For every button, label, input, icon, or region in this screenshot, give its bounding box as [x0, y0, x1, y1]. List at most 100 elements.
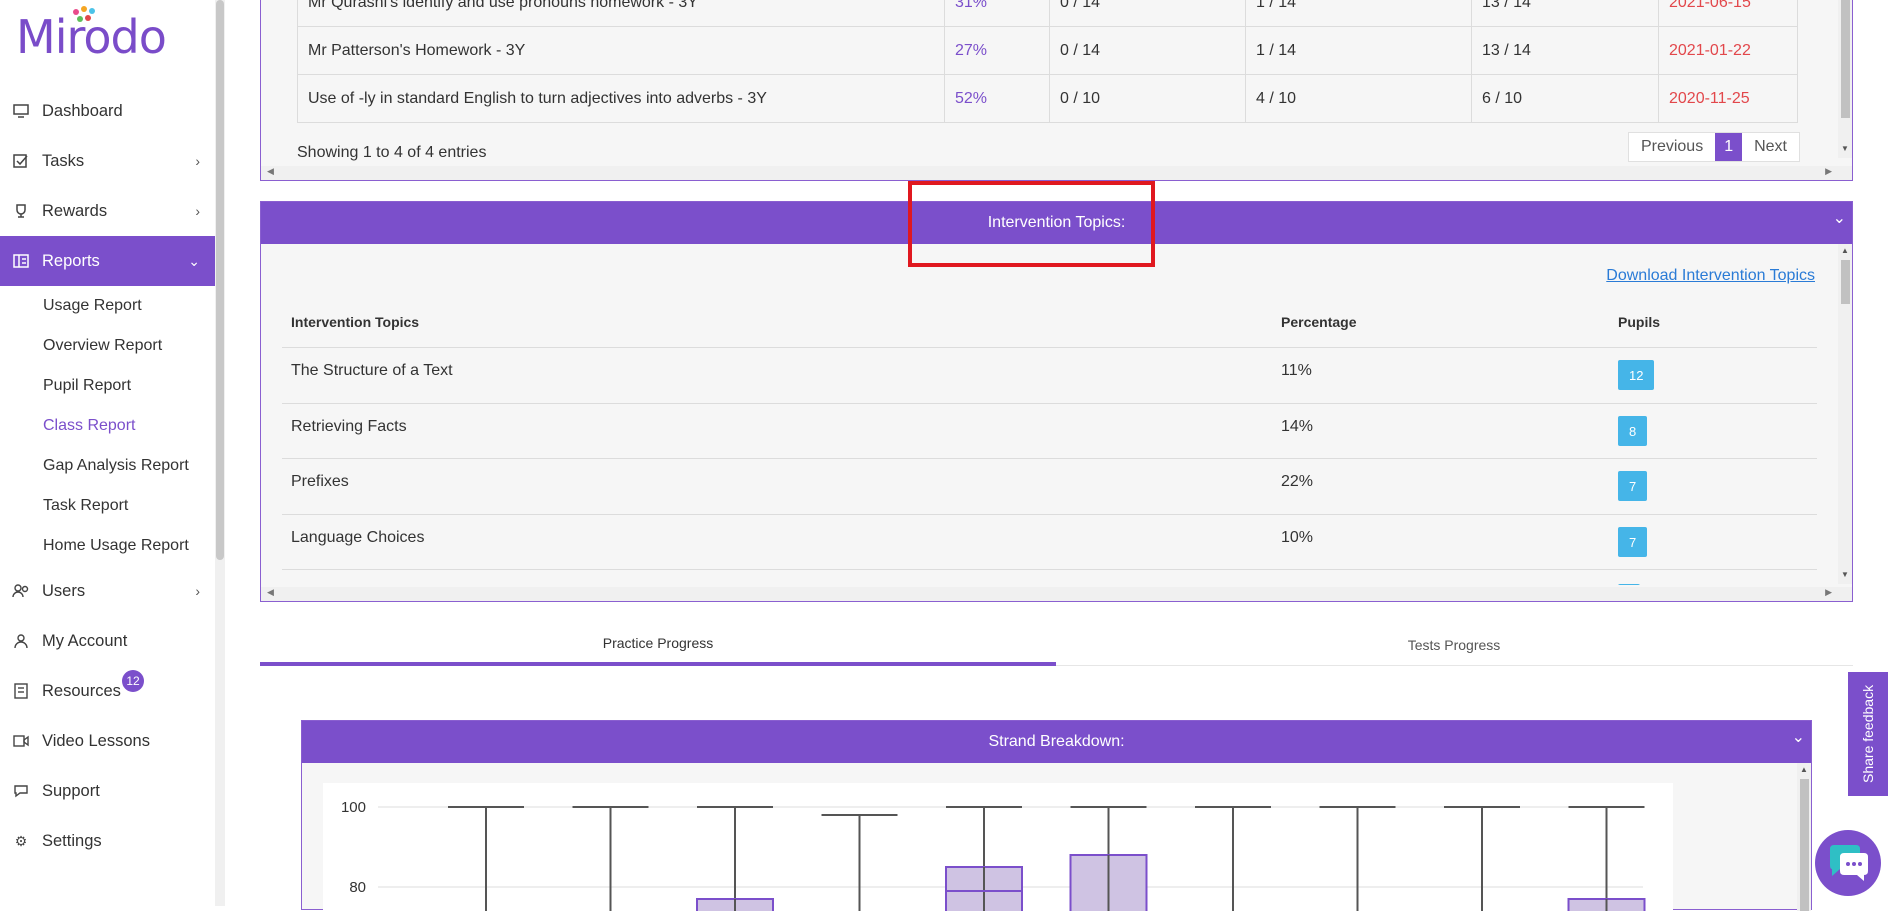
sidebar-item-rewards[interactable]: Rewards › [0, 186, 225, 236]
homework-name: Mr Qurashi's identify and use pronouns h… [297, 0, 945, 27]
sidebar-item-video-lessons[interactable]: Video Lessons [0, 716, 225, 766]
homework-table-panel: Mr Qurashi's identify and use pronouns h… [260, 0, 1853, 181]
monitor-icon [12, 102, 30, 120]
table-row: Mr Qurashi's identify and use pronouns h… [297, 0, 1798, 27]
download-intervention-topics-link[interactable]: Download Intervention Topics [1606, 267, 1815, 285]
y-tick-label: 80 [349, 879, 366, 896]
sidebar-item-dashboard[interactable]: Dashboard [0, 86, 225, 136]
homework-col-1: 0 / 14 [1049, 0, 1246, 27]
column-header-percentage: Percentage [1281, 314, 1357, 330]
topic-name: Prefixes [291, 473, 349, 490]
strand-breakdown-chart: 100 80 [323, 783, 1673, 916]
chevron-right-icon: › [195, 583, 200, 599]
homework-col-3: 6 / 10 [1471, 74, 1659, 123]
scroll-down-arrow-icon[interactable]: ▼ [1841, 144, 1849, 153]
mirodo-logo[interactable]: Mirodo [16, 6, 167, 64]
video-icon [12, 732, 30, 750]
scroll-left-arrow-icon[interactable]: ◀ [267, 587, 274, 598]
sidebar-item-reports[interactable]: Reports ⌄ [0, 236, 225, 286]
column-header-pupils: Pupils [1618, 314, 1661, 330]
topic-percentage: 22% [1281, 473, 1314, 490]
homework-name: Mr Patterson's Homework - 3Y [297, 26, 945, 75]
topic-percentage: 10% [1281, 529, 1314, 546]
pupils-count-button-partial[interactable] [1618, 584, 1640, 585]
chat-widget-button[interactable] [1815, 830, 1881, 896]
sidebar-subitem-overview-report[interactable]: Overview Report [0, 326, 225, 366]
sidebar-item-tasks[interactable]: Tasks › [0, 136, 225, 186]
homework-col-2: 1 / 14 [1245, 26, 1472, 75]
sidebar-scrollbar[interactable] [215, 0, 225, 906]
pupils-count-button[interactable]: 12 [1618, 360, 1655, 390]
homework-horizontal-scrollbar[interactable]: ◀ ▶ [261, 166, 1852, 180]
strand-breakdown-title: Strand Breakdown: [988, 733, 1125, 750]
sidebar-item-label: Reports [42, 251, 100, 270]
table-row: Language Choices 10% 7 [282, 514, 1817, 570]
strand-vertical-scrollbar[interactable]: ▲ [1797, 763, 1811, 911]
homework-col-2: 4 / 10 [1245, 74, 1472, 123]
sidebar-item-resources[interactable]: Resources 12 [0, 666, 225, 716]
tab-practice-progress[interactable]: Practice Progress [260, 624, 1056, 666]
topic-name: Retrieving Facts [291, 418, 407, 435]
next-page-button[interactable]: Next [1742, 133, 1799, 161]
sidebar-item-label: Support [42, 781, 100, 800]
scroll-up-arrow-icon[interactable]: ▲ [1800, 765, 1808, 774]
sidebar-subitem-gap-analysis-report[interactable]: Gap Analysis Report [0, 446, 225, 486]
sidebar-subitem-class-report[interactable]: Class Report [0, 406, 225, 446]
resources-icon [12, 682, 30, 700]
sidebar-item-label: Rewards [42, 201, 108, 220]
y-tick-label: 100 [341, 799, 366, 816]
chevron-down-icon[interactable]: ⌄ [1792, 727, 1805, 747]
resources-count-badge: 12 [122, 670, 144, 692]
sidebar-item-settings[interactable]: ⚙ Settings [0, 816, 225, 866]
pupils-count-button[interactable]: 7 [1618, 527, 1648, 557]
column-header-intervention-topics: Intervention Topics [291, 314, 420, 330]
scroll-up-arrow-icon[interactable]: ▲ [1841, 246, 1849, 255]
intervention-horizontal-scrollbar[interactable]: ◀ ▶ [261, 587, 1852, 601]
chat-icon [1830, 845, 1868, 881]
scroll-down-arrow-icon[interactable]: ▼ [1841, 570, 1849, 579]
homework-vertical-scrollbar[interactable]: ▼ [1838, 0, 1852, 158]
table-row: Mr Patterson's Homework - 3Y 27% 0 / 14 … [297, 26, 1798, 75]
intervention-vertical-scrollbar[interactable]: ▲ ▼ [1838, 244, 1852, 584]
scroll-left-arrow-icon[interactable]: ◀ [267, 166, 274, 177]
logo-dots-icon [73, 6, 95, 22]
sidebar-item-users[interactable]: Users › [0, 566, 225, 616]
homework-col-3: 13 / 14 [1471, 26, 1659, 75]
homework-date: 2021-06-15 [1658, 0, 1798, 27]
scroll-right-arrow-icon[interactable]: ▶ [1825, 166, 1832, 177]
strand-chart-svg: 100 80 [341, 799, 1646, 916]
sidebar-subitem-home-usage-report[interactable]: Home Usage Report [0, 526, 225, 566]
table-row: The Structure of a Text 11% 12 [282, 347, 1817, 403]
share-feedback-button[interactable]: Share feedback [1848, 672, 1888, 796]
topic-name: The Structure of a Text [291, 362, 453, 379]
chevron-down-icon[interactable]: ⌄ [1833, 208, 1846, 228]
table-row: Retrieving Facts 14% 8 [282, 403, 1817, 459]
sidebar-item-my-account[interactable]: My Account [0, 616, 225, 666]
sidebar: Mirodo Dashboard Tasks › Rewards › Repor… [0, 0, 225, 906]
pupils-count-button[interactable]: 7 [1618, 471, 1648, 501]
homework-percentage: 52% [944, 74, 1050, 123]
table-row: Prefixes 22% 7 [282, 458, 1817, 514]
page-1-button[interactable]: 1 [1715, 133, 1743, 161]
homework-col-2: 1 / 14 [1245, 0, 1472, 27]
chevron-right-icon: › [195, 203, 200, 219]
sidebar-item-label: Settings [42, 831, 102, 850]
tab-tests-progress[interactable]: Tests Progress [1056, 624, 1852, 666]
topic-percentage: 11% [1281, 362, 1312, 379]
sidebar-item-support[interactable]: Support [0, 766, 225, 816]
account-icon [12, 632, 30, 650]
homework-percentage: 27% [944, 26, 1050, 75]
homework-col-3: 13 / 14 [1471, 0, 1659, 27]
pupils-count-button[interactable]: 8 [1618, 416, 1648, 446]
homework-date: 2020-11-25 [1658, 74, 1798, 123]
previous-page-button[interactable]: Previous [1629, 133, 1715, 161]
scroll-right-arrow-icon[interactable]: ▶ [1825, 587, 1832, 598]
pagination: Previous 1 Next [1627, 132, 1800, 162]
sidebar-subitem-pupil-report[interactable]: Pupil Report [0, 366, 225, 406]
support-icon [12, 782, 30, 800]
homework-table: Mr Qurashi's identify and use pronouns h… [297, 0, 1798, 123]
sidebar-subitem-usage-report[interactable]: Usage Report [0, 286, 225, 326]
sidebar-subitem-task-report[interactable]: Task Report [0, 486, 225, 526]
strand-breakdown-header[interactable]: Strand Breakdown: ⌄ [302, 721, 1811, 763]
homework-percentage: 31% [944, 0, 1050, 27]
